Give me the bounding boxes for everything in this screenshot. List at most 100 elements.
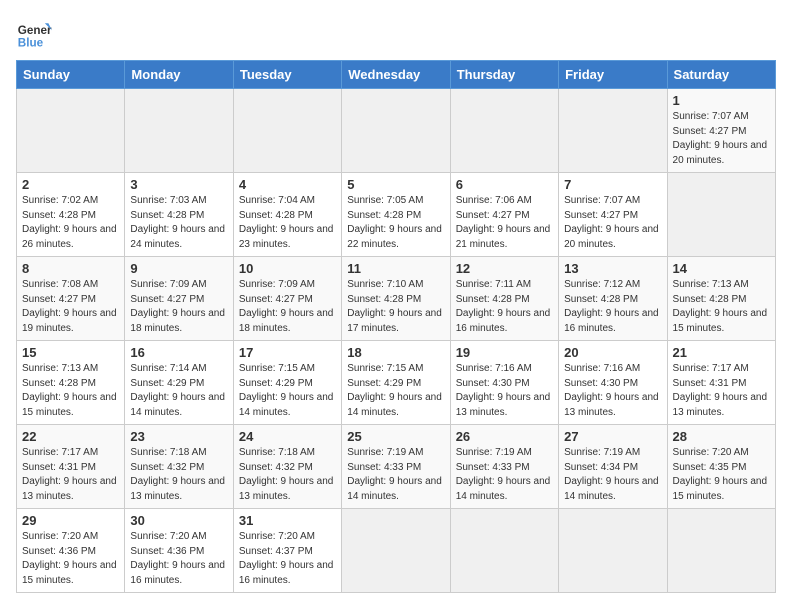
day-info: Sunrise: 7:07 AMSunset: 4:27 PMDaylight:… xyxy=(564,195,659,250)
day-cell-1: 1 Sunrise: 7:07 AMSunset: 4:27 PMDaylight… xyxy=(667,89,775,173)
day-cell-3: 3 Sunrise: 7:03 AMSunset: 4:28 PMDaylight… xyxy=(125,173,233,257)
day-cell-30: 30 Sunrise: 7:20 AMSunset: 4:36 PMDayligh… xyxy=(125,509,233,593)
day-number: 3 xyxy=(130,177,227,192)
day-cell-25: 25Sunrise: 7:19 AMSunset: 4:33 PMDayligh… xyxy=(342,425,450,509)
logo: General Blue xyxy=(16,16,56,52)
day-number: 26 xyxy=(456,429,553,444)
day-info: Sunrise: 7:02 AMSunset: 4:28 PMDaylight:… xyxy=(22,195,117,250)
day-info: Sunrise: 7:09 AMSunset: 4:27 PMDaylight:… xyxy=(239,279,334,334)
day-number: 7 xyxy=(564,177,661,192)
day-info: Sunrise: 7:16 AMSunset: 4:30 PMDaylight:… xyxy=(564,363,659,418)
empty-cell xyxy=(233,89,341,173)
day-info: Sunrise: 7:19 AMSunset: 4:34 PMDaylight:… xyxy=(564,447,659,502)
day-cell-13: 13Sunrise: 7:12 AMSunset: 4:28 PMDayligh… xyxy=(559,257,667,341)
day-cell-20: 20 Sunrise: 7:16 AMSunset: 4:30 PMDayligh… xyxy=(559,341,667,425)
day-cell-12: 12Sunrise: 7:11 AMSunset: 4:28 PMDayligh… xyxy=(450,257,558,341)
logo-icon: General Blue xyxy=(16,16,52,52)
day-number: 29 xyxy=(22,513,119,528)
day-cell-29: 29 Sunrise: 7:20 AMSunset: 4:36 PMDayligh… xyxy=(17,509,125,593)
day-cell-4: 4Sunrise: 7:04 AMSunset: 4:28 PMDaylight… xyxy=(233,173,341,257)
day-info: Sunrise: 7:17 AMSunset: 4:31 PMDaylight:… xyxy=(673,363,768,418)
day-info: Sunrise: 7:19 AMSunset: 4:33 PMDaylight:… xyxy=(456,447,551,502)
day-cell-6: 6 Sunrise: 7:06 AMSunset: 4:27 PMDaylight… xyxy=(450,173,558,257)
day-info: Sunrise: 7:20 AMSunset: 4:35 PMDaylight:… xyxy=(673,447,768,502)
day-number: 31 xyxy=(239,513,336,528)
col-header-tuesday: Tuesday xyxy=(233,61,341,89)
day-number: 14 xyxy=(673,261,770,276)
day-number: 8 xyxy=(22,261,119,276)
day-number: 21 xyxy=(673,345,770,360)
day-cell-5: 5Sunrise: 7:05 AMSunset: 4:28 PMDaylight… xyxy=(342,173,450,257)
day-info: Sunrise: 7:14 AMSunset: 4:29 PMDaylight:… xyxy=(130,363,225,418)
col-header-monday: Monday xyxy=(125,61,233,89)
day-number: 22 xyxy=(22,429,119,444)
empty-cell xyxy=(667,509,775,593)
day-info: Sunrise: 7:20 AMSunset: 4:36 PMDaylight:… xyxy=(22,531,117,586)
empty-cell xyxy=(342,89,450,173)
empty-cell xyxy=(559,509,667,593)
day-number: 23 xyxy=(130,429,227,444)
day-number: 30 xyxy=(130,513,227,528)
day-info: Sunrise: 7:05 AMSunset: 4:28 PMDaylight:… xyxy=(347,195,442,250)
col-header-thursday: Thursday xyxy=(450,61,558,89)
day-cell-2: 2Sunrise: 7:02 AMSunset: 4:28 PMDaylight… xyxy=(17,173,125,257)
empty-cell xyxy=(450,509,558,593)
day-info: Sunrise: 7:15 AMSunset: 4:29 PMDaylight:… xyxy=(347,363,442,418)
day-cell-22: 22 Sunrise: 7:17 AMSunset: 4:31 PMDayligh… xyxy=(17,425,125,509)
day-number: 1 xyxy=(673,93,770,108)
col-header-sunday: Sunday xyxy=(17,61,125,89)
day-info: Sunrise: 7:10 AMSunset: 4:28 PMDaylight:… xyxy=(347,279,442,334)
day-number: 24 xyxy=(239,429,336,444)
day-cell-21: 21 Sunrise: 7:17 AMSunset: 4:31 PMDayligh… xyxy=(667,341,775,425)
day-cell-16: 16Sunrise: 7:14 AMSunset: 4:29 PMDayligh… xyxy=(125,341,233,425)
page-header: General Blue xyxy=(16,16,776,52)
day-cell-15: 15 Sunrise: 7:13 AMSunset: 4:28 PMDayligh… xyxy=(17,341,125,425)
day-number: 13 xyxy=(564,261,661,276)
day-info: Sunrise: 7:15 AMSunset: 4:29 PMDaylight:… xyxy=(239,363,334,418)
col-header-saturday: Saturday xyxy=(667,61,775,89)
day-info: Sunrise: 7:17 AMSunset: 4:31 PMDaylight:… xyxy=(22,447,117,502)
day-number: 9 xyxy=(130,261,227,276)
day-number: 4 xyxy=(239,177,336,192)
day-cell-23: 23 Sunrise: 7:18 AMSunset: 4:32 PMDayligh… xyxy=(125,425,233,509)
day-info: Sunrise: 7:18 AMSunset: 4:32 PMDaylight:… xyxy=(130,447,225,502)
day-number: 28 xyxy=(673,429,770,444)
calendar-table: SundayMondayTuesdayWednesdayThursdayFrid… xyxy=(16,60,776,593)
day-number: 25 xyxy=(347,429,444,444)
day-cell-8: 8Sunrise: 7:08 AMSunset: 4:27 PMDaylight… xyxy=(17,257,125,341)
day-info: Sunrise: 7:16 AMSunset: 4:30 PMDaylight:… xyxy=(456,363,551,418)
day-number: 27 xyxy=(564,429,661,444)
day-cell-11: 11Sunrise: 7:10 AMSunset: 4:28 PMDayligh… xyxy=(342,257,450,341)
svg-text:Blue: Blue xyxy=(18,37,44,50)
day-cell-28: 28 Sunrise: 7:20 AMSunset: 4:35 PMDayligh… xyxy=(667,425,775,509)
svg-text:General: General xyxy=(18,24,52,37)
day-cell-9: 9 Sunrise: 7:09 AMSunset: 4:27 PMDaylight… xyxy=(125,257,233,341)
day-info: Sunrise: 7:06 AMSunset: 4:27 PMDaylight:… xyxy=(456,195,551,250)
day-cell-19: 19Sunrise: 7:16 AMSunset: 4:30 PMDayligh… xyxy=(450,341,558,425)
day-cell-27: 27 Sunrise: 7:19 AMSunset: 4:34 PMDayligh… xyxy=(559,425,667,509)
day-number: 6 xyxy=(456,177,553,192)
day-info: Sunrise: 7:13 AMSunset: 4:28 PMDaylight:… xyxy=(22,363,117,418)
day-info: Sunrise: 7:20 AMSunset: 4:37 PMDaylight:… xyxy=(239,531,334,586)
day-info: Sunrise: 7:07 AMSunset: 4:27 PMDaylight:… xyxy=(673,111,768,166)
day-cell-10: 10 Sunrise: 7:09 AMSunset: 4:27 PMDayligh… xyxy=(233,257,341,341)
day-number: 20 xyxy=(564,345,661,360)
empty-cell xyxy=(342,509,450,593)
day-info: Sunrise: 7:09 AMSunset: 4:27 PMDaylight:… xyxy=(130,279,225,334)
day-number: 10 xyxy=(239,261,336,276)
day-info: Sunrise: 7:03 AMSunset: 4:28 PMDaylight:… xyxy=(130,195,225,250)
empty-cell xyxy=(559,89,667,173)
day-cell-17: 17Sunrise: 7:15 AMSunset: 4:29 PMDayligh… xyxy=(233,341,341,425)
day-cell-18: 18Sunrise: 7:15 AMSunset: 4:29 PMDayligh… xyxy=(342,341,450,425)
day-cell-14: 14 Sunrise: 7:13 AMSunset: 4:28 PMDayligh… xyxy=(667,257,775,341)
empty-cell xyxy=(125,89,233,173)
col-header-friday: Friday xyxy=(559,61,667,89)
day-number: 15 xyxy=(22,345,119,360)
day-info: Sunrise: 7:18 AMSunset: 4:32 PMDaylight:… xyxy=(239,447,334,502)
empty-cell xyxy=(667,173,775,257)
day-info: Sunrise: 7:20 AMSunset: 4:36 PMDaylight:… xyxy=(130,531,225,586)
col-header-wednesday: Wednesday xyxy=(342,61,450,89)
day-info: Sunrise: 7:13 AMSunset: 4:28 PMDaylight:… xyxy=(673,279,768,334)
day-cell-7: 7 Sunrise: 7:07 AMSunset: 4:27 PMDaylight… xyxy=(559,173,667,257)
day-number: 12 xyxy=(456,261,553,276)
